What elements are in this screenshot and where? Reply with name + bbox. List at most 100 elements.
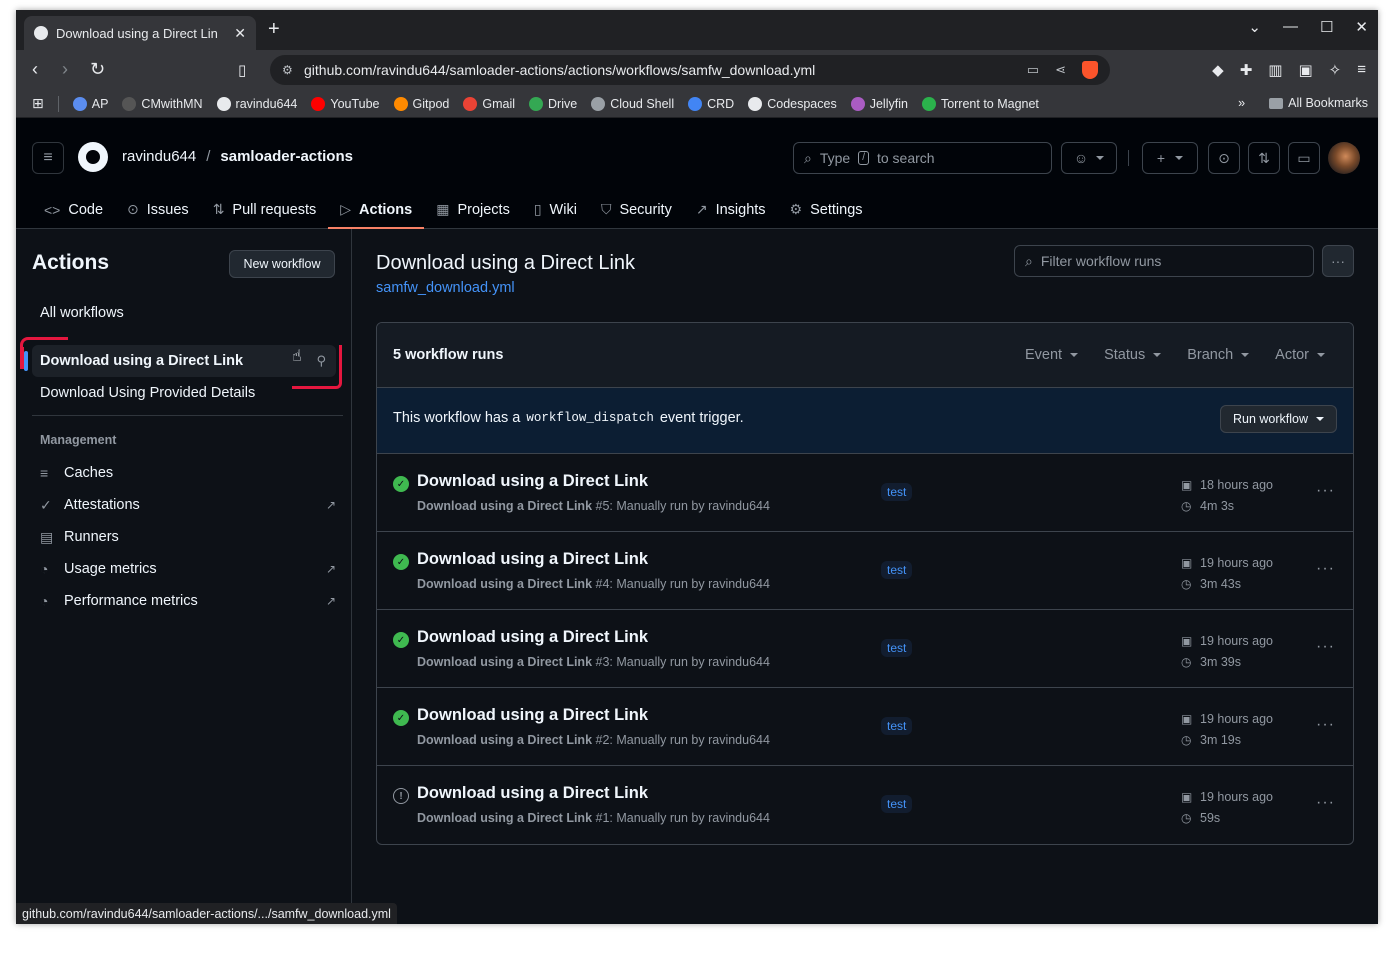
repo-link[interactable]: samloader-actions (220, 148, 353, 165)
filter-workflow-runs-input[interactable]: ⌕ Filter workflow runs (1014, 245, 1314, 277)
bookmark-item[interactable]: Drive (529, 96, 577, 111)
dispatch-prefix: This workflow has a (393, 410, 521, 426)
run-row[interactable]: ! Download using a Direct Link Download us… (377, 766, 1353, 844)
pull-requests-button[interactable]: ⇅ (1248, 142, 1280, 174)
bookmark-item[interactable]: Torrent to Magnet (921, 96, 1039, 111)
copilot-button[interactable]: ☺ (1061, 142, 1117, 174)
owner-link[interactable]: ravindu644 (122, 148, 196, 165)
run-row[interactable]: ✓ Download using a Direct Link Download us… (377, 454, 1353, 532)
bookmark-item[interactable]: CRD (688, 96, 734, 111)
share-icon[interactable]: ⋖ (1055, 62, 1066, 78)
run-row[interactable]: ✓ Download using a Direct Link Download us… (377, 532, 1353, 610)
run-title[interactable]: Download using a Direct Link (417, 784, 648, 803)
workflow-menu-button[interactable]: ··· (1322, 245, 1354, 277)
kebab-horizontal-icon[interactable]: ··· (1316, 560, 1335, 578)
run-title[interactable]: Download using a Direct Link (417, 550, 648, 569)
bookmark-item[interactable]: AP (72, 96, 108, 111)
minimize-icon[interactable]: — (1283, 18, 1298, 36)
workflow-item-provided-details[interactable]: Download Using Provided Details (32, 377, 336, 409)
tab-insights[interactable]: ↗ Insights (684, 190, 778, 229)
tab-actions[interactable]: ▷ Actions (328, 190, 425, 229)
tab-security[interactable]: ⛉ Security (589, 190, 684, 229)
issues-button[interactable]: ⊙ (1208, 142, 1240, 174)
tab-search-icon[interactable]: ⌄ (1248, 18, 1261, 36)
kebab-horizontal-icon[interactable]: ··· (1316, 716, 1335, 734)
close-tab-icon[interactable]: ✕ (234, 25, 246, 42)
bookmark-item[interactable]: Gmail (463, 96, 515, 111)
bookmark-item[interactable]: ravindu644 (216, 96, 297, 111)
all-workflows-link[interactable]: All workflows (32, 297, 336, 329)
tab-code[interactable]: <> Code (32, 190, 115, 229)
kebab-horizontal-icon[interactable]: ··· (1316, 638, 1335, 656)
wallet-icon[interactable]: ▣ (1298, 61, 1312, 79)
tab-issues[interactable]: ⊙ Issues (115, 190, 201, 229)
filter-placeholder: Filter workflow runs (1040, 253, 1162, 269)
run-workflow-button[interactable]: Run workflow (1219, 405, 1337, 433)
leo-icon[interactable]: ✧ (1329, 61, 1342, 79)
inbox-button[interactable]: ▭ (1288, 142, 1320, 174)
management-item-caches[interactable]: ≡ Caches (32, 457, 336, 489)
run-title[interactable]: Download using a Direct Link (417, 472, 648, 491)
bookmark-star-icon[interactable]: ▯ (238, 61, 246, 79)
run-row[interactable]: ✓ Download using a Direct Link Download us… (377, 688, 1353, 766)
new-workflow-button[interactable]: New workflow (229, 250, 335, 278)
filter-status-dropdown[interactable]: Status (1104, 347, 1162, 363)
site-info-icon[interactable]: ⚙ (282, 63, 293, 77)
bookmark-item[interactable]: CMwithMN (122, 96, 203, 111)
kebab-horizontal-icon[interactable]: ··· (1316, 482, 1335, 500)
all-bookmarks[interactable]: All Bookmarks (1269, 96, 1368, 110)
kebab-horizontal-icon[interactable]: ··· (1316, 794, 1335, 812)
run-title[interactable]: Download using a Direct Link (417, 706, 648, 725)
tab-projects[interactable]: ▦ Projects (424, 190, 522, 229)
apps-grid-icon[interactable]: ⊞ (32, 95, 44, 112)
branch-label[interactable]: test (881, 639, 913, 657)
run-title[interactable]: Download using a Direct Link (417, 628, 648, 647)
management-item-attestations[interactable]: ✓ Attestations ↗ (32, 489, 336, 521)
reload-icon[interactable]: ↻ (90, 59, 105, 80)
workflow-file-link[interactable]: samfw_download.yml (376, 280, 515, 296)
cast-icon[interactable]: ▭ (1027, 62, 1039, 78)
management-item-usage-metrics[interactable]: ◔ Usage metrics ↗ (32, 553, 336, 585)
github-logo-icon[interactable] (78, 142, 108, 172)
codespaces-icon (748, 96, 763, 111)
extension-icon[interactable]: ◆ (1212, 61, 1224, 79)
filter-branch-dropdown[interactable]: Branch (1187, 347, 1250, 363)
back-icon[interactable]: ‹ (32, 59, 38, 80)
close-window-icon[interactable]: ✕ (1355, 18, 1368, 36)
create-new-button[interactable]: + (1142, 142, 1198, 174)
bookmark-item[interactable]: Cloud Shell (591, 96, 674, 111)
hamburger-menu-icon[interactable]: ≡ (32, 142, 64, 174)
bookmark-item[interactable]: Gitpod (393, 96, 449, 111)
bookmarks-divider (57, 95, 59, 112)
url-text[interactable]: github.com/ravindu644/samloader-actions/… (304, 62, 1027, 78)
avatar[interactable] (1328, 142, 1360, 174)
chevron-double-right-icon[interactable]: » (1238, 96, 1245, 110)
browser-tab[interactable]: Download using a Direct Lin ✕ (24, 16, 256, 50)
branch-label[interactable]: test (881, 561, 913, 579)
code-icon: <> (44, 201, 61, 218)
new-tab-icon[interactable]: + (268, 18, 280, 41)
filter-event-dropdown[interactable]: Event (1025, 347, 1079, 363)
forward-icon[interactable]: › (62, 59, 68, 80)
tab-settings[interactable]: ⚙ Settings (778, 190, 875, 229)
bookmark-item[interactable]: Codespaces (748, 96, 837, 111)
address-bar[interactable]: ⚙ github.com/ravindu644/samloader-action… (270, 55, 1110, 85)
filter-actor-dropdown[interactable]: Actor (1275, 347, 1325, 363)
tab-wiki[interactable]: ▯ Wiki (522, 190, 589, 229)
branch-label[interactable]: test (881, 795, 913, 813)
search-input[interactable]: ⌕ Type / to search (793, 142, 1052, 174)
management-item-runners[interactable]: ▤ Runners (32, 521, 336, 553)
menu-icon[interactable]: ≡ (1357, 61, 1366, 79)
run-row[interactable]: ✓ Download using a Direct Link Download us… (377, 610, 1353, 688)
sidebar-icon[interactable]: ▥ (1268, 61, 1282, 79)
workflow-item-direct-link[interactable]: Download using a Direct Link ⚲ (24, 345, 336, 377)
puzzle-icon[interactable]: ✚ (1240, 61, 1253, 79)
brave-shields-icon[interactable] (1082, 61, 1098, 79)
management-item-performance-metrics[interactable]: ◔ Performance metrics ↗ (32, 585, 336, 617)
branch-label[interactable]: test (881, 483, 913, 501)
tab-pull-requests[interactable]: ⇅ Pull requests (201, 190, 329, 229)
bookmark-item[interactable]: YouTube (311, 96, 380, 111)
branch-label[interactable]: test (881, 717, 913, 735)
bookmark-item[interactable]: Jellyfin (850, 96, 908, 111)
maximize-icon[interactable]: ☐ (1320, 18, 1333, 36)
